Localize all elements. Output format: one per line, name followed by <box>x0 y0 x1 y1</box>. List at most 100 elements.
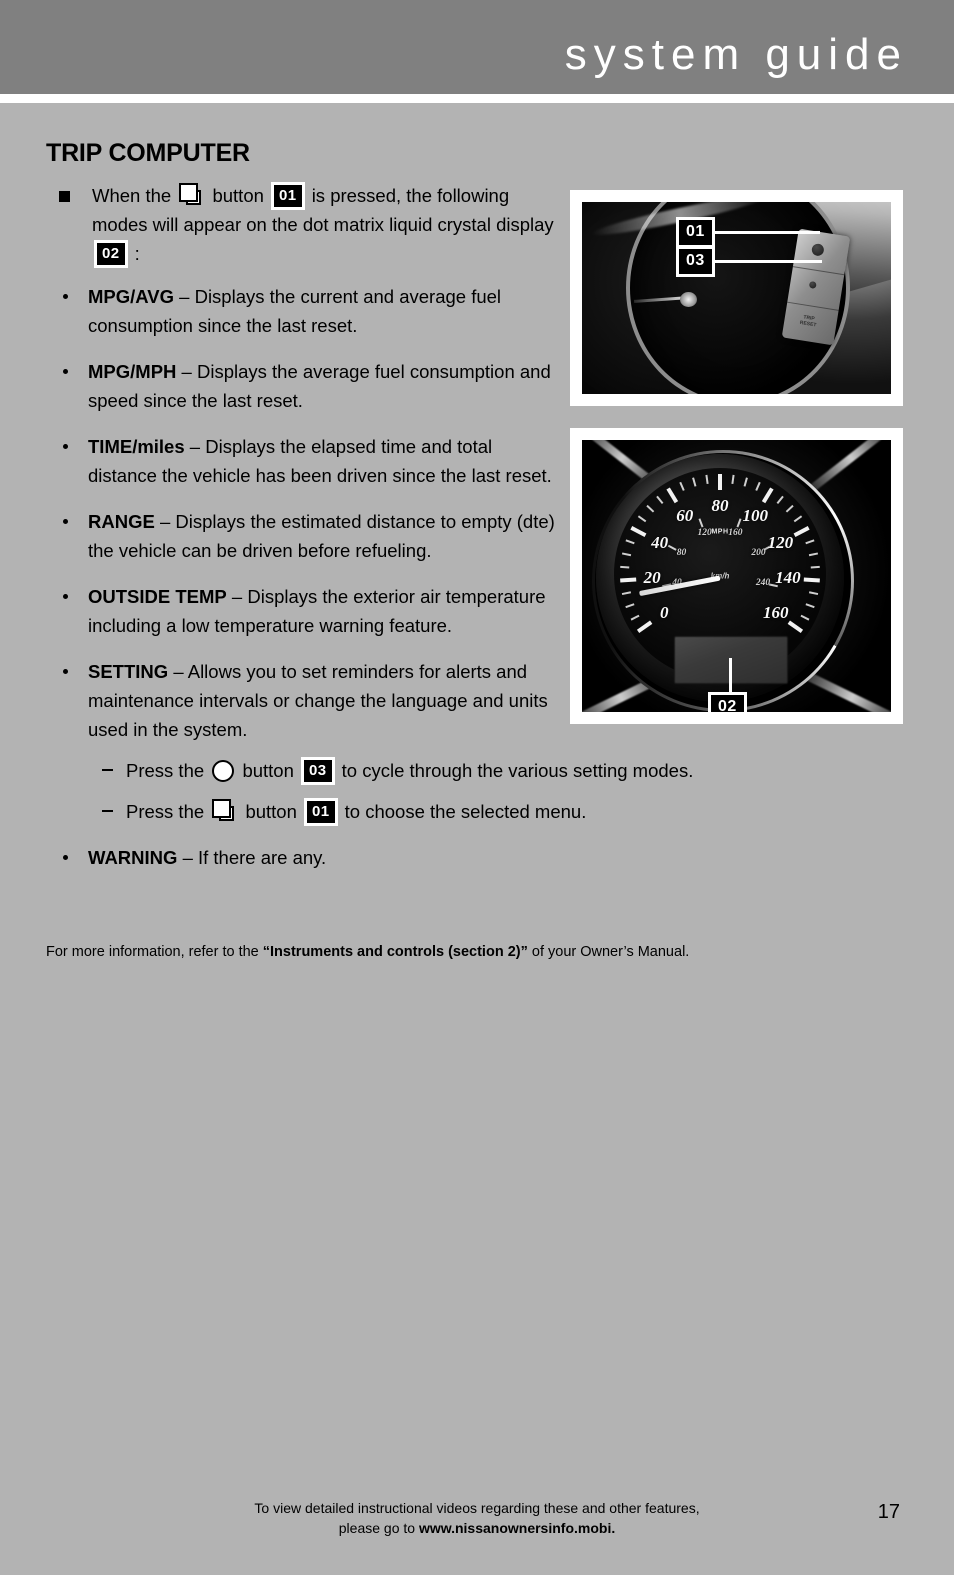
page-header-title: system guide <box>564 30 908 79</box>
intro-list: When the button 01 is pressed, the follo… <box>46 181 556 268</box>
gauge-minor-tick <box>755 481 761 491</box>
leader-line-03 <box>712 260 822 263</box>
intro-text-part1: When the <box>92 185 172 206</box>
kmh-tick-label: 200 <box>751 547 766 558</box>
intro-text-part4: : <box>134 243 140 264</box>
warning-description: If there are any. <box>198 847 327 868</box>
dot-bullet-icon <box>63 294 68 299</box>
enter-button <box>810 242 825 257</box>
gauge-minor-tick <box>620 565 630 569</box>
gauge-minor-tick <box>705 474 709 484</box>
footer-line-2: please go to www.nissanownersinfo.mobi. <box>0 1518 954 1538</box>
gauge-minor-tick <box>630 614 640 621</box>
square-bullet-icon <box>59 191 70 202</box>
mph-tick-label: 100 <box>742 505 769 525</box>
callout-badge-01: 01 <box>304 798 338 826</box>
mode-dash: – <box>189 436 201 457</box>
instrument-cluster-photo-panel: TRIP RESET 01 03 <box>570 190 903 406</box>
dot-bullet-icon <box>63 444 68 449</box>
kmh-tick-label: 160 <box>728 527 743 538</box>
footnote-manual-section: “Instruments and controls (section 2)” <box>262 944 528 960</box>
substep-text-pre: Press the <box>126 760 205 781</box>
gauge-major-tick <box>718 474 722 490</box>
gauge-minor-tick <box>743 477 748 487</box>
gauge-minor-tick <box>800 614 810 621</box>
dot-bullet-icon <box>63 594 68 599</box>
callout-badge-01: 01 <box>271 182 305 210</box>
gauge-minor-tick <box>808 591 819 596</box>
footer-line-1: To view detailed instructional videos re… <box>254 1500 700 1516</box>
setting-term: SETTING <box>88 661 169 682</box>
mode-term: RANGE <box>88 511 155 532</box>
mode-dash: – <box>159 511 171 532</box>
list-item-warning: WARNING – If there are any. <box>46 843 556 872</box>
intro-list-item: When the button 01 is pressed, the follo… <box>46 181 556 268</box>
gauge-minor-tick <box>805 539 815 545</box>
gauge-minor-tick <box>793 515 803 523</box>
mph-tick-label: 120 <box>767 532 794 552</box>
substep-text-post: to cycle through the various setting mod… <box>341 760 694 781</box>
gauge-minor-tick <box>731 474 735 484</box>
speedometer-photo-panel: 020406080100120140160 4080120160200240 M… <box>570 428 903 724</box>
page-number: 17 <box>877 1501 900 1523</box>
gauge-major-tick <box>793 526 810 537</box>
mph-tick-label: 0 <box>660 603 669 622</box>
select-button <box>808 280 817 289</box>
mode-term: MPG/MPH <box>88 361 177 382</box>
callout-badge-02: 02 <box>94 240 128 268</box>
content-column: TRIP COMPUTER When the button 01 is pres… <box>46 139 693 889</box>
substep-text-pre: Press the <box>126 801 205 822</box>
photo-callout-03: 03 <box>676 246 715 277</box>
gauge-major-tick <box>630 526 647 537</box>
gauge-minor-tick <box>679 481 685 491</box>
kmh-tick-label: 240 <box>755 578 771 589</box>
setting-substeps-list: Press the button 03 to cycle through the… <box>88 756 693 826</box>
page-body: TRIP COMPUTER When the button 01 is pres… <box>0 103 954 1575</box>
dot-bullet-icon <box>63 369 68 374</box>
header-bar: system guide <box>0 0 954 94</box>
kmh-tick <box>698 518 704 528</box>
mph-tick-label: 20 <box>643 568 661 588</box>
gauge-major-tick <box>620 577 637 583</box>
mph-tick-label: 40 <box>651 532 669 552</box>
dot-bullet-icon <box>63 669 68 674</box>
dash-bullet-icon <box>102 810 113 812</box>
footer-note: To view detailed instructional videos re… <box>0 1498 954 1538</box>
mph-unit-label: MPH <box>711 528 729 536</box>
footnote-post: of your Owner’s Manual. <box>527 944 690 960</box>
dot-bullet-icon <box>63 519 68 524</box>
intro-text-part2: button <box>212 185 264 206</box>
kmh-tick-label: 80 <box>676 547 687 558</box>
gauge-minor-tick <box>692 477 697 487</box>
gauge-minor-tick <box>776 495 784 504</box>
list-item-outside-temp: OUTSIDE TEMP – Displays the exterior air… <box>46 582 556 640</box>
list-item-time-miles: TIME/miles – Displays the elapsed time a… <box>46 432 556 490</box>
gauge-hub <box>680 292 697 307</box>
substep-text-mid: button <box>245 801 297 822</box>
instrument-cluster-photo: TRIP RESET 01 03 <box>582 202 891 394</box>
header-divider <box>0 94 954 103</box>
substep-text-mid: button <box>242 760 294 781</box>
kmh-tick <box>667 544 677 551</box>
mph-tick-label: 140 <box>775 568 801 588</box>
gauge-minor-tick <box>656 495 664 504</box>
list-item-mpg-avg: MPG/AVG – Displays the current and avera… <box>46 282 556 340</box>
gauge-minor-tick <box>621 552 632 557</box>
gauge-minor-tick <box>805 603 815 609</box>
mode-dash: – <box>231 586 243 607</box>
mode-dash: – <box>179 286 190 307</box>
mode-term: MPG/AVG <box>88 286 174 307</box>
list-item-range: RANGE – Displays the estimated distance … <box>46 507 556 565</box>
footnote-pre: For more information, refer to the <box>46 944 263 960</box>
circle-button-icon <box>212 760 235 782</box>
kmh-tick <box>736 518 742 528</box>
footer-website-url: www.nissanownersinfo.mobi. <box>418 1520 616 1536</box>
setting-dash: – <box>173 661 184 682</box>
double-square-button-icon <box>212 799 237 823</box>
photo-callout-01: 01 <box>676 217 715 248</box>
gauge-major-tick <box>636 620 653 633</box>
mph-tick-label: 160 <box>762 603 789 622</box>
gauge-major-tick <box>761 487 774 504</box>
gauge-minor-tick <box>637 515 647 523</box>
kmh-tick-label: 120 <box>697 527 712 538</box>
